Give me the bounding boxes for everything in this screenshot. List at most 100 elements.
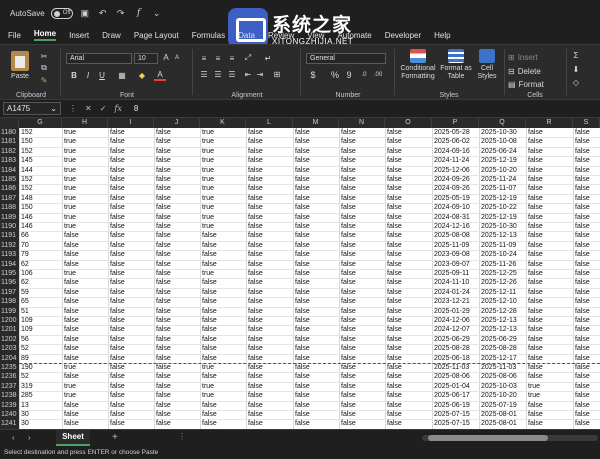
row-header[interactable]: 1239	[0, 400, 19, 410]
table-cell[interactable]: false	[246, 354, 293, 363]
row-header[interactable]: 1195	[0, 269, 19, 279]
row-header[interactable]: 1192	[0, 240, 19, 251]
table-cell[interactable]: 2025-12-19	[479, 194, 526, 203]
table-cell[interactable]: 148	[19, 194, 62, 203]
table-cell[interactable]: false	[154, 147, 200, 156]
row-header[interactable]: 1204	[0, 353, 19, 363]
table-cell[interactable]: false	[108, 278, 154, 287]
table-cell[interactable]: 2025-12-06	[432, 166, 479, 175]
table-cell[interactable]: 2025-07-15	[432, 419, 479, 428]
row-header[interactable]: 1184	[0, 165, 19, 175]
table-cell[interactable]: false	[526, 260, 573, 269]
underline-button[interactable]: U	[96, 69, 108, 81]
table-cell[interactable]: false	[526, 241, 573, 250]
table-cell[interactable]: false	[385, 401, 432, 410]
table-cell[interactable]: false	[339, 288, 385, 297]
table-cell[interactable]: false	[108, 354, 154, 363]
table-cell[interactable]: false	[293, 128, 339, 137]
table-cell[interactable]: false	[108, 250, 154, 259]
table-cell[interactable]: 2025-05-28	[432, 128, 479, 137]
table-cell[interactable]: false	[573, 335, 600, 344]
table-cell[interactable]: 152	[19, 184, 62, 193]
table-cell[interactable]: false	[293, 241, 339, 250]
table-cell[interactable]: false	[154, 288, 200, 297]
table-cell[interactable]: false	[62, 278, 108, 287]
undo-icon[interactable]: ↶	[97, 8, 109, 19]
table-cell[interactable]: false	[526, 137, 573, 146]
table-cell[interactable]: false	[246, 297, 293, 306]
menu-draw[interactable]: Draw	[102, 31, 121, 40]
table-cell[interactable]: false	[62, 231, 108, 240]
table-cell[interactable]: false	[526, 213, 573, 222]
table-cell[interactable]: false	[526, 175, 573, 184]
table-cell[interactable]: false	[385, 410, 432, 419]
table-cell[interactable]: false	[293, 231, 339, 240]
table-cell[interactable]: false	[200, 288, 246, 297]
table-cell[interactable]: false	[154, 297, 200, 306]
table-cell[interactable]: true	[62, 382, 108, 391]
sheet-options-icon[interactable]: ⋮	[178, 432, 186, 441]
align-center-icon[interactable]: ☰	[212, 69, 224, 79]
table-cell[interactable]: false	[246, 166, 293, 175]
table-cell[interactable]: false	[573, 241, 600, 250]
table-cell[interactable]: true	[62, 175, 108, 184]
align-bottom-icon[interactable]: ≡	[226, 53, 238, 63]
spreadsheet-grid[interactable]: GHIJKLMNOPQRS 1180 152 true false false true f…	[0, 118, 600, 429]
table-cell[interactable]: false	[339, 194, 385, 203]
table-cell[interactable]: false	[293, 222, 339, 231]
table-cell[interactable]: false	[573, 363, 600, 372]
table-cell[interactable]: 2025-06-29	[432, 335, 479, 344]
table-cell[interactable]: 2025-01-29	[432, 307, 479, 316]
table-cell[interactable]: false	[246, 335, 293, 344]
row-header[interactable]: 1236	[0, 372, 19, 382]
table-cell[interactable]: false	[339, 325, 385, 334]
table-cell[interactable]: false	[339, 213, 385, 222]
table-cell[interactable]: false	[108, 222, 154, 231]
select-all-corner[interactable]	[0, 118, 19, 128]
menu-file[interactable]: File	[8, 31, 21, 40]
table-cell[interactable]: false	[339, 241, 385, 250]
table-cell[interactable]: false	[154, 269, 200, 278]
column-header-i[interactable]: I	[108, 118, 154, 128]
table-cell[interactable]: false	[526, 344, 573, 353]
table-cell[interactable]: false	[108, 419, 154, 428]
table-cell[interactable]: 2025-12-19	[479, 156, 526, 165]
table-cell[interactable]: false	[62, 297, 108, 306]
table-cell[interactable]: false	[108, 260, 154, 269]
align-middle-icon[interactable]: ≡	[212, 53, 224, 63]
table-cell[interactable]: false	[154, 175, 200, 184]
table-cell[interactable]: false	[200, 241, 246, 250]
sheet-next-icon[interactable]: ›	[28, 433, 31, 442]
add-sheet-button[interactable]: +	[112, 432, 118, 443]
table-cell[interactable]: true	[62, 203, 108, 212]
table-cell[interactable]: false	[339, 382, 385, 391]
table-cell[interactable]: 2025-08-06	[479, 372, 526, 381]
table-cell[interactable]: false	[339, 184, 385, 193]
table-cell[interactable]: true	[200, 184, 246, 193]
table-cell[interactable]: false	[339, 128, 385, 137]
table-cell[interactable]: true	[200, 147, 246, 156]
sheet-prev-icon[interactable]: ‹	[12, 433, 15, 442]
table-cell[interactable]: false	[62, 325, 108, 334]
table-cell[interactable]: false	[246, 194, 293, 203]
insert-cells-button[interactable]: ⊞ Insert	[508, 51, 560, 63]
table-cell[interactable]: 2025-11-24	[479, 175, 526, 184]
table-cell[interactable]: false	[573, 156, 600, 165]
table-cell[interactable]: 62	[19, 260, 62, 269]
table-cell[interactable]: false	[526, 354, 573, 363]
table-cell[interactable]: false	[293, 335, 339, 344]
table-cell[interactable]: true	[62, 184, 108, 193]
table-cell[interactable]: 30	[19, 419, 62, 428]
table-cell[interactable]: true	[526, 382, 573, 391]
save-icon[interactable]: ▣	[79, 8, 91, 19]
table-cell[interactable]: false	[339, 354, 385, 363]
table-cell[interactable]: false	[154, 166, 200, 175]
row-header[interactable]: 1241	[0, 419, 19, 429]
table-cell[interactable]: 30	[19, 410, 62, 419]
cut-icon[interactable]: ✂	[38, 51, 50, 61]
table-cell[interactable]: false	[573, 137, 600, 146]
row-header[interactable]: 1186	[0, 184, 19, 194]
table-cell[interactable]: false	[154, 156, 200, 165]
bold-button[interactable]: B	[68, 69, 80, 81]
table-cell[interactable]: false	[339, 156, 385, 165]
